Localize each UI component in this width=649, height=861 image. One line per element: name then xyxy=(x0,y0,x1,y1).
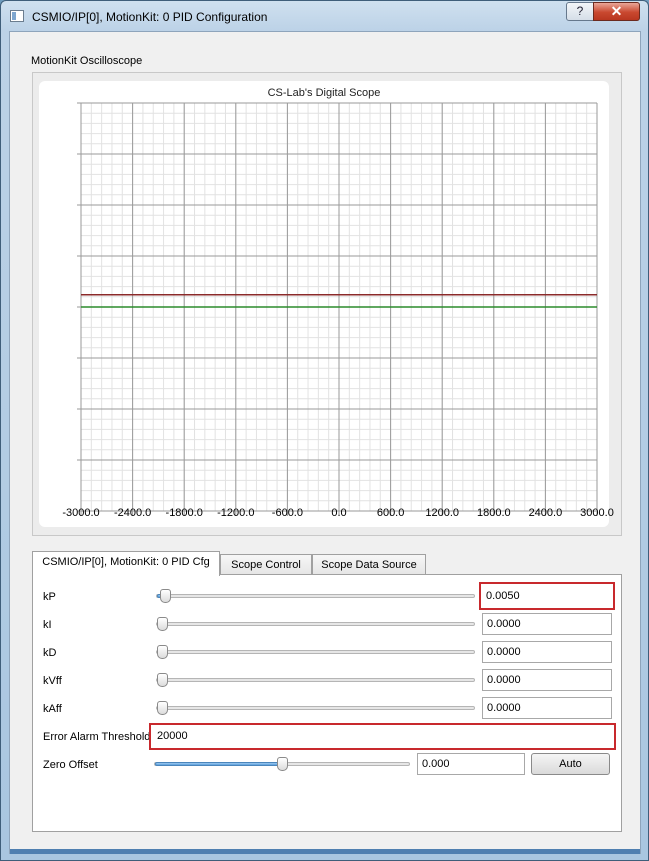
help-button[interactable]: ? xyxy=(566,2,594,21)
kd-label: kD xyxy=(43,647,57,659)
title-bar[interactable]: CSMIO/IP[0], MotionKit: 0 PID Configurat… xyxy=(1,1,648,31)
oscilloscope-group-label: MotionKit Oscilloscope xyxy=(31,55,143,67)
kaff-slider[interactable] xyxy=(156,701,475,715)
kaff-value-field[interactable]: 0.0000 xyxy=(482,697,612,719)
kaff-label: kAff xyxy=(43,703,62,715)
x-tick-label: 3000.0 xyxy=(580,507,614,519)
error-alarm-label: Error Alarm Threshold xyxy=(43,731,151,743)
x-tick-label: 1800.0 xyxy=(476,507,511,519)
zero-offset-slider-handle[interactable] xyxy=(277,757,288,771)
x-tick-label: -1200.0 xyxy=(217,507,255,519)
tab-pid-cfg[interactable]: CSMIO/IP[0], MotionKit: 0 PID Cfg xyxy=(32,551,220,576)
ki-value-field[interactable]: 0.0000 xyxy=(482,613,612,635)
dialog-client: MotionKit Oscilloscope CS-Lab's Digital … xyxy=(9,31,641,854)
zero-offset-label: Zero Offset xyxy=(43,759,98,771)
kp-value-field[interactable]: 0.0050 xyxy=(479,582,615,610)
zero-offset-slider-fill xyxy=(155,762,281,766)
kd-slider-handle[interactable] xyxy=(157,645,168,659)
kp-slider-handle[interactable] xyxy=(160,589,171,603)
window-icon xyxy=(10,10,24,22)
x-tick-label: -2400.0 xyxy=(113,507,152,519)
window-title: CSMIO/IP[0], MotionKit: 0 PID Configurat… xyxy=(32,10,268,24)
x-tick-label: 600.0 xyxy=(376,507,405,519)
dialog-window: CSMIO/IP[0], MotionKit: 0 PID Configurat… xyxy=(0,0,649,861)
ki-slider[interactable] xyxy=(156,617,475,631)
ki-slider-handle[interactable] xyxy=(157,617,168,631)
x-tick-label: 1200.0 xyxy=(425,507,460,519)
scope-plot-area: CS-Lab's Digital Scope -3000.0 -2400.0 -18… xyxy=(39,81,614,527)
oscilloscope-frame: CS-Lab's Digital Scope -3000.0 -2400.0 -18… xyxy=(32,72,622,536)
kd-value-field[interactable]: 0.0000 xyxy=(482,641,612,663)
kp-label: kP xyxy=(43,591,56,603)
kp-slider[interactable] xyxy=(156,589,475,603)
kd-slider[interactable] xyxy=(156,645,475,659)
x-tick-label: -1800.0 xyxy=(165,507,203,519)
error-alarm-field[interactable]: 20000 xyxy=(149,723,616,750)
kvff-slider[interactable] xyxy=(156,673,475,687)
ki-label: kI xyxy=(43,619,52,631)
x-tick-label: -3000.0 xyxy=(62,507,100,519)
scope-chart xyxy=(77,102,598,516)
kvff-value-field[interactable]: 0.0000 xyxy=(482,669,612,691)
kaff-slider-handle[interactable] xyxy=(157,701,168,715)
zero-offset-value-field[interactable]: 0.000 xyxy=(417,753,525,775)
x-tick-label: -600.0 xyxy=(271,507,303,519)
kvff-label: kVff xyxy=(43,675,62,687)
x-tick-label: 2400.0 xyxy=(528,507,563,519)
kvff-slider-handle[interactable] xyxy=(157,673,168,687)
window-bottom-edge xyxy=(10,849,640,854)
zero-offset-slider[interactable] xyxy=(154,757,410,771)
close-button[interactable]: ✕ xyxy=(593,2,640,21)
pid-config-panel: kP 0.0050 kI 0.0000 kD 0.0000 kVff 0.000… xyxy=(32,574,622,832)
x-tick-label: 0.0 xyxy=(331,507,347,519)
tab-scope-data-source[interactable]: Scope Data Source xyxy=(312,554,426,576)
tab-scope-control[interactable]: Scope Control xyxy=(220,554,312,576)
auto-button[interactable]: Auto xyxy=(531,753,610,775)
